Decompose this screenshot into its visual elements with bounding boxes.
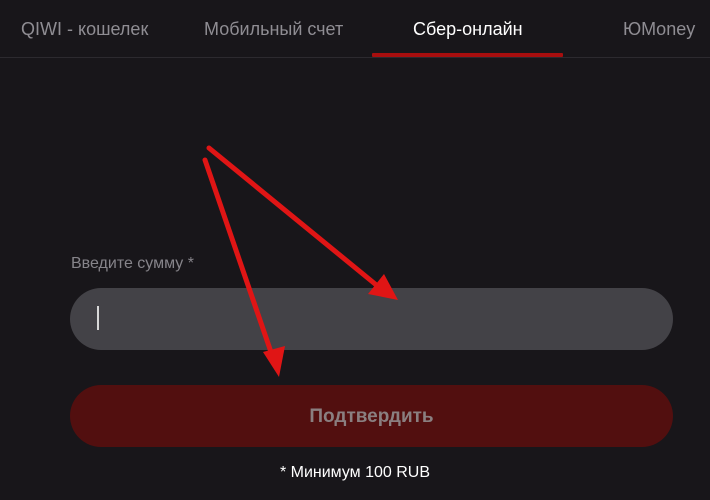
tab-mobile-account[interactable]: Мобильный счет: [204, 0, 343, 57]
amount-label: Введите сумму *: [71, 255, 194, 272]
payment-method-tabs: QIWI - кошелек Мобильный счет Сбер-онлай…: [0, 0, 710, 58]
text-caret: [97, 306, 99, 330]
active-tab-indicator: [372, 53, 563, 57]
tab-sber-online[interactable]: Сбер-онлайн: [413, 0, 523, 57]
arrow-to-input-icon: [206, 145, 398, 300]
amount-input[interactable]: [70, 288, 673, 350]
payment-page: QIWI - кошелек Мобильный счет Сбер-онлай…: [0, 0, 710, 500]
minimum-amount-note: * Минимум 100 RUB: [279, 464, 431, 481]
confirm-button[interactable]: Подтвердить: [70, 385, 673, 447]
tab-yumoney[interactable]: ЮMoney: [623, 0, 695, 57]
tab-qiwi[interactable]: QIWI - кошелек: [21, 0, 148, 57]
